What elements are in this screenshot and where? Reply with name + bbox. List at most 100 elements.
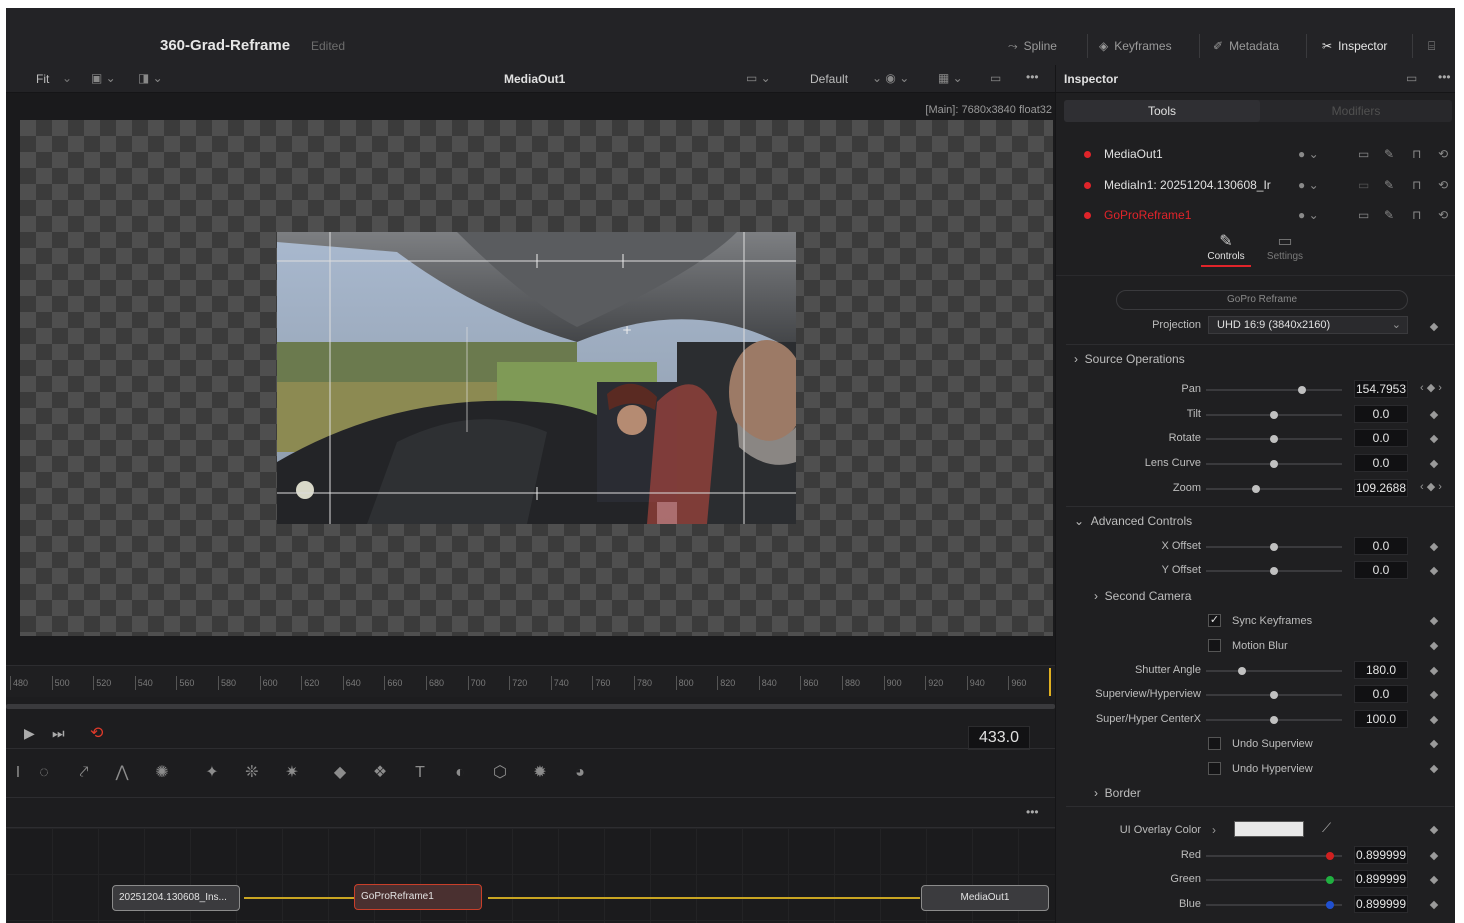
disable-icon[interactable]: ▭ xyxy=(1358,178,1369,192)
keyframe-icon[interactable] xyxy=(1429,322,1439,332)
shape-3d-icon[interactable]: ⬡ xyxy=(488,761,512,785)
slider-knob[interactable] xyxy=(1238,667,1246,675)
sync-keyframes-checkbox[interactable]: ✓ xyxy=(1208,614,1221,627)
lens-curve-slider[interactable] xyxy=(1206,460,1342,468)
green-slider[interactable] xyxy=(1206,876,1342,884)
x-offset-slider[interactable] xyxy=(1206,543,1342,551)
super-center-slider[interactable] xyxy=(1206,716,1342,724)
fit-dropdown[interactable]: Fit xyxy=(36,72,49,86)
keyframe-icon[interactable] xyxy=(1429,410,1439,420)
pan-input[interactable]: 154.7953 xyxy=(1354,380,1408,398)
keyframe-icon[interactable] xyxy=(1429,739,1439,749)
ellipse-mask-icon[interactable]: ◌ xyxy=(32,761,56,785)
roi-icon[interactable]: ▭ ⌄ xyxy=(746,71,771,85)
reset-icon[interactable]: ⟲ xyxy=(1438,208,1448,222)
light-3d-icon[interactable]: ✹ xyxy=(528,761,552,785)
rotate-slider[interactable] xyxy=(1206,435,1342,443)
keyframe-icon[interactable] xyxy=(1429,715,1439,725)
projection-dropdown[interactable]: UHD 16:9 (3840x2160) ⌄ xyxy=(1208,316,1408,334)
safe-frame-icon[interactable]: ▭ xyxy=(990,71,1001,85)
bspline-mask-icon[interactable]: ⋀ xyxy=(110,761,134,785)
tool-row-mediaout[interactable]: MediaOut1 ● ⌄ ▭ ✎ ⊓ ⟲ xyxy=(1066,140,1452,168)
view-options-icon[interactable]: ◨ ⌄ xyxy=(138,71,163,85)
keyframe-icon[interactable] xyxy=(1429,542,1439,552)
lock-icon[interactable]: ⊓ xyxy=(1412,147,1421,161)
superview-slider[interactable] xyxy=(1206,691,1342,699)
particle-render-icon[interactable]: ❊ xyxy=(240,761,264,785)
spline-button[interactable]: ⤳ Spline xyxy=(1008,35,1057,57)
keyframe-icon[interactable] xyxy=(1429,900,1439,910)
y-offset-input[interactable]: 0.0 xyxy=(1354,561,1408,579)
more-options-icon[interactable]: ••• xyxy=(1026,70,1039,84)
keyframe-icon[interactable] xyxy=(1429,566,1439,576)
red-slider-knob[interactable] xyxy=(1326,852,1334,860)
more-options-icon[interactable]: ••• xyxy=(1438,70,1451,84)
eyedropper-icon[interactable]: ⟋ xyxy=(1322,820,1331,836)
version-icon[interactable]: ● ⌄ xyxy=(1298,178,1319,192)
tool-color-dot[interactable] xyxy=(1084,211,1091,219)
disable-icon[interactable]: ▭ xyxy=(1358,147,1369,161)
x-offset-input[interactable]: 0.0 xyxy=(1354,537,1408,555)
pin-icon[interactable]: ✎ xyxy=(1384,178,1394,192)
tilt-input[interactable]: 0.0 xyxy=(1354,405,1408,423)
lut-options-icon[interactable]: ⌄ ◉ ⌄ xyxy=(872,71,909,85)
slider-knob[interactable] xyxy=(1270,411,1278,419)
polygon-mask-icon[interactable]: ⤤ xyxy=(72,761,96,785)
tab-controls[interactable]: ✎ Controls xyxy=(1201,231,1251,267)
blue-slider[interactable] xyxy=(1206,901,1342,909)
node-editor[interactable]: 20251204.130608_Ins... GoProReframe1 Med… xyxy=(6,828,1055,923)
reset-icon[interactable]: ⟲ xyxy=(1438,147,1448,161)
slider-knob[interactable] xyxy=(1270,460,1278,468)
go-to-end-button[interactable]: ⏭ xyxy=(52,725,65,742)
grid-icon[interactable]: ▦ ⌄ xyxy=(938,71,963,85)
reset-icon[interactable]: ⟲ xyxy=(1438,178,1448,192)
advanced-controls-section[interactable]: ⌄ Advanced Controls xyxy=(1074,514,1192,528)
undo-hyperview-checkbox[interactable] xyxy=(1208,762,1221,775)
tab-modifiers[interactable]: Modifiers xyxy=(1260,100,1452,122)
text-3d-icon[interactable]: T xyxy=(408,761,432,785)
green-slider-knob[interactable] xyxy=(1326,876,1334,884)
lock-icon[interactable]: ⊓ xyxy=(1412,208,1421,222)
slider-knob[interactable] xyxy=(1270,716,1278,724)
text-tool-icon[interactable]: I xyxy=(6,761,30,785)
renderer-3d-icon[interactable]: ◕ xyxy=(568,761,592,785)
channel-icon[interactable]: ▣ ⌄ xyxy=(91,71,116,85)
keyframe-icon[interactable] xyxy=(1429,459,1439,469)
timeline-scrubber[interactable] xyxy=(6,704,1055,709)
overlay-color-swatch[interactable] xyxy=(1234,821,1304,837)
slider-knob[interactable] xyxy=(1270,543,1278,551)
zoom-slider[interactable] xyxy=(1206,485,1342,493)
merge-3d-icon[interactable]: ❖ xyxy=(368,761,392,785)
tab-tools[interactable]: Tools xyxy=(1064,100,1260,122)
image-plane-icon[interactable]: ◆ xyxy=(328,761,352,785)
slider-knob[interactable] xyxy=(1270,567,1278,575)
superview-input[interactable]: 0.0 xyxy=(1354,685,1408,703)
motion-blur-checkbox[interactable] xyxy=(1208,639,1221,652)
version-icon[interactable]: ● ⌄ xyxy=(1298,208,1319,222)
lut-dropdown[interactable]: Default xyxy=(810,72,848,86)
source-operations-section[interactable]: › Source Operations xyxy=(1074,352,1185,366)
camera-3d-icon[interactable]: ◐ xyxy=(448,761,472,785)
shutter-angle-input[interactable]: 180.0 xyxy=(1354,661,1408,679)
media-out-node[interactable]: MediaOut1 xyxy=(921,885,1049,911)
playhead[interactable] xyxy=(1049,668,1051,696)
panel-layout-icon[interactable]: ▭ xyxy=(1406,71,1417,85)
pin-icon[interactable]: ✎ xyxy=(1384,147,1394,161)
keyframe-nav-icon[interactable]: ‹ ◆ › xyxy=(1420,381,1442,394)
keyframe-icon[interactable] xyxy=(1429,690,1439,700)
tool-color-dot[interactable] xyxy=(1084,181,1091,189)
rotate-input[interactable]: 0.0 xyxy=(1354,429,1408,447)
keyframe-nav-icon[interactable]: ‹ ◆ › xyxy=(1420,480,1442,493)
blue-slider-knob[interactable] xyxy=(1326,901,1334,909)
current-frame-field[interactable]: 433.0 xyxy=(968,726,1030,750)
play-button[interactable]: ▶ xyxy=(24,725,35,742)
keyframes-button[interactable]: ◈ Keyframes xyxy=(1099,35,1172,57)
green-input[interactable]: 0.899999 xyxy=(1354,870,1408,888)
slider-knob[interactable] xyxy=(1270,691,1278,699)
gopro-reframe-node[interactable]: GoProReframe1 xyxy=(354,884,482,910)
keyframe-icon[interactable] xyxy=(1429,875,1439,885)
slider-knob[interactable] xyxy=(1270,435,1278,443)
keyframe-icon[interactable] xyxy=(1429,434,1439,444)
tilt-slider[interactable] xyxy=(1206,411,1342,419)
red-input[interactable]: 0.899999 xyxy=(1354,846,1408,864)
